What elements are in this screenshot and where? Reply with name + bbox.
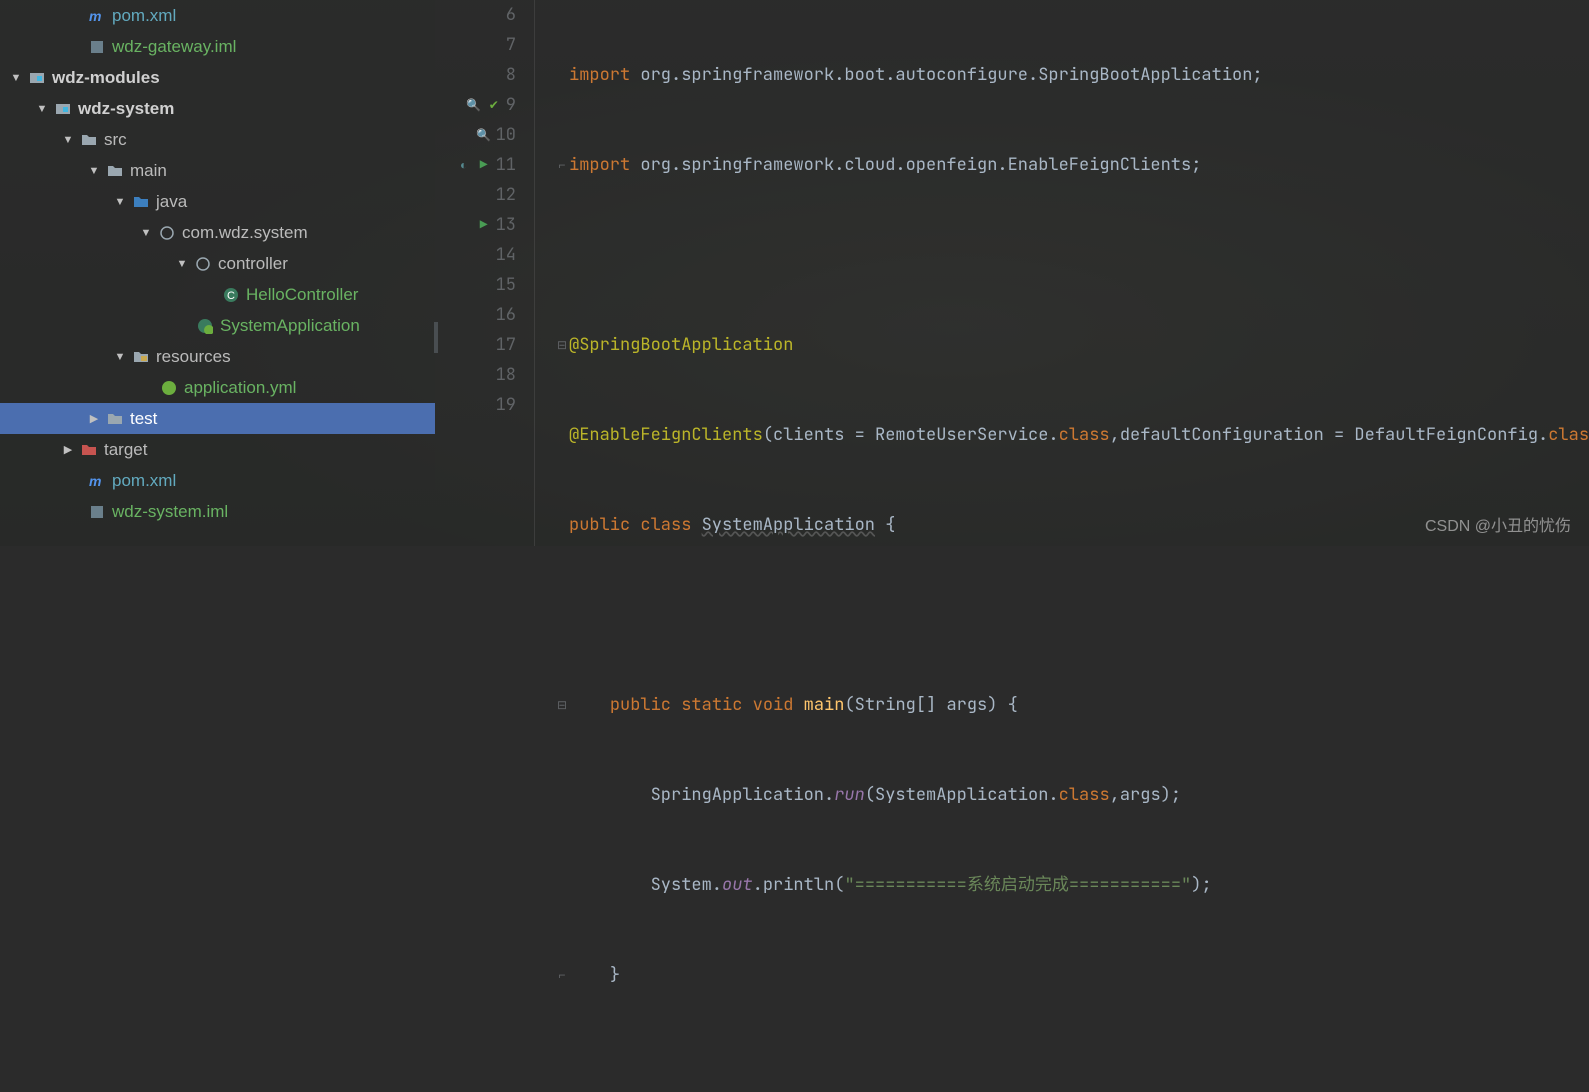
folder-icon bbox=[106, 410, 124, 428]
tree-label: pom.xml bbox=[112, 6, 176, 26]
tree-item-hello[interactable]: C HelloController bbox=[0, 279, 435, 310]
maven-icon: m bbox=[88, 472, 106, 490]
tree-label: wdz-system.iml bbox=[112, 502, 228, 522]
tree-item-controller[interactable]: ▼ controller bbox=[0, 248, 435, 279]
tree-item-system[interactable]: ▼ wdz-system bbox=[0, 93, 435, 124]
tree-item-test[interactable]: ▶ test bbox=[0, 403, 435, 434]
tree-item-iml2[interactable]: wdz-system.iml bbox=[0, 496, 435, 527]
chevron-down-icon: ▼ bbox=[140, 227, 152, 239]
iml-icon bbox=[88, 38, 106, 56]
line-number: 15 bbox=[496, 270, 516, 300]
excluded-folder-icon bbox=[80, 441, 98, 459]
svg-text:C: C bbox=[227, 290, 235, 302]
fold-icon[interactable]: ⊟ bbox=[555, 690, 569, 720]
tree-label: test bbox=[130, 409, 157, 429]
chevron-right-icon: ▶ bbox=[62, 443, 74, 456]
tree-label: java bbox=[156, 192, 187, 212]
tree-label: wdz-gateway.iml bbox=[112, 37, 236, 57]
tree-label: resources bbox=[156, 347, 231, 367]
fold-end-icon[interactable]: ⌐ bbox=[555, 150, 569, 180]
tree-item-iml[interactable]: wdz-gateway.iml bbox=[0, 31, 435, 62]
resources-folder-icon bbox=[132, 348, 150, 366]
tree-item-resources[interactable]: ▼ resources bbox=[0, 341, 435, 372]
project-tree[interactable]: m pom.xml wdz-gateway.iml ▼ wdz-modules … bbox=[0, 0, 435, 546]
bean-icon[interactable]: ◐ bbox=[456, 157, 472, 173]
line-number: 19 bbox=[496, 390, 516, 420]
spring-class-icon bbox=[196, 317, 214, 335]
run-icon[interactable]: ▶ bbox=[476, 217, 492, 233]
tree-label: target bbox=[104, 440, 147, 460]
chevron-down-icon: ▼ bbox=[88, 165, 100, 177]
chevron-right-icon: ▶ bbox=[88, 412, 100, 425]
fold-end-icon[interactable]: ⌐ bbox=[555, 960, 569, 990]
class-icon: C bbox=[222, 286, 240, 304]
code-editor[interactable]: 6 7 8 🔍✔9 🔍10 ◐▶11 12 ▶13 14 15 16 17 18… bbox=[435, 0, 1589, 546]
folder-icon bbox=[80, 131, 98, 149]
maven-icon: m bbox=[88, 7, 106, 25]
package-icon bbox=[158, 224, 176, 242]
chevron-down-icon: ▼ bbox=[176, 258, 188, 270]
fold-icon[interactable] bbox=[555, 60, 569, 90]
chevron-down-icon: ▼ bbox=[36, 103, 48, 115]
run-icon[interactable]: ▶ bbox=[476, 157, 492, 173]
tree-item-src[interactable]: ▼ src bbox=[0, 124, 435, 155]
fold-icon[interactable]: ⊟ bbox=[555, 330, 569, 360]
line-number: 8 bbox=[506, 60, 516, 90]
chevron-down-icon: ▼ bbox=[114, 196, 126, 208]
source-folder-icon bbox=[132, 193, 150, 211]
tree-item-main[interactable]: ▼ main bbox=[0, 155, 435, 186]
chevron-down-icon: ▼ bbox=[62, 134, 74, 146]
tree-label: main bbox=[130, 161, 167, 181]
tree-label: controller bbox=[218, 254, 288, 274]
tree-item-pom2[interactable]: m pom.xml bbox=[0, 465, 435, 496]
spring-config-icon bbox=[160, 379, 178, 397]
module-icon bbox=[54, 100, 72, 118]
svg-text:m: m bbox=[89, 8, 101, 24]
nav-icon[interactable]: 🔍 bbox=[476, 127, 492, 143]
tree-label: src bbox=[104, 130, 127, 150]
line-number: 14 bbox=[496, 240, 516, 270]
tree-label: wdz-system bbox=[78, 99, 174, 119]
folder-icon bbox=[106, 162, 124, 180]
tree-item-modules[interactable]: ▼ wdz-modules bbox=[0, 62, 435, 93]
watermark: CSDN @小丑的忧伤 bbox=[1425, 512, 1571, 536]
bean-icon[interactable]: ✔ bbox=[486, 97, 502, 113]
tree-item-yml[interactable]: application.yml bbox=[0, 372, 435, 403]
tree-item-java[interactable]: ▼ java bbox=[0, 186, 435, 217]
tree-item-pkg[interactable]: ▼ com.wdz.system bbox=[0, 217, 435, 248]
code-area[interactable]: import org.springframework.boot.autoconf… bbox=[535, 0, 1589, 546]
line-number: 18 bbox=[496, 360, 516, 390]
tree-label: wdz-modules bbox=[52, 68, 160, 88]
line-number: 9 bbox=[506, 90, 516, 120]
chevron-down-icon: ▼ bbox=[114, 351, 126, 363]
tree-item-target[interactable]: ▶ target bbox=[0, 434, 435, 465]
tree-label: pom.xml bbox=[112, 471, 176, 491]
line-number: 17 bbox=[496, 330, 516, 360]
iml-icon bbox=[88, 503, 106, 521]
line-number: 10 bbox=[496, 120, 516, 150]
tree-label: application.yml bbox=[184, 378, 296, 398]
module-icon bbox=[28, 69, 46, 87]
line-number: 7 bbox=[506, 30, 516, 60]
line-number: 6 bbox=[506, 0, 516, 30]
tree-label: com.wdz.system bbox=[182, 223, 308, 243]
line-number: 12 bbox=[496, 180, 516, 210]
tree-label: HelloController bbox=[246, 285, 358, 305]
svg-text:m: m bbox=[89, 473, 101, 489]
tree-item-app[interactable]: SystemApplication bbox=[0, 310, 435, 341]
chevron-down-icon: ▼ bbox=[10, 72, 22, 84]
package-icon bbox=[194, 255, 212, 273]
line-number: 16 bbox=[496, 300, 516, 330]
gutter[interactable]: 6 7 8 🔍✔9 🔍10 ◐▶11 12 ▶13 14 15 16 17 18… bbox=[435, 0, 535, 546]
line-number: 11 bbox=[496, 150, 516, 180]
line-number: 13 bbox=[496, 210, 516, 240]
tree-item-pom[interactable]: m pom.xml bbox=[0, 0, 435, 31]
tree-label: SystemApplication bbox=[220, 316, 360, 336]
nav-icon[interactable]: 🔍 bbox=[466, 97, 482, 113]
